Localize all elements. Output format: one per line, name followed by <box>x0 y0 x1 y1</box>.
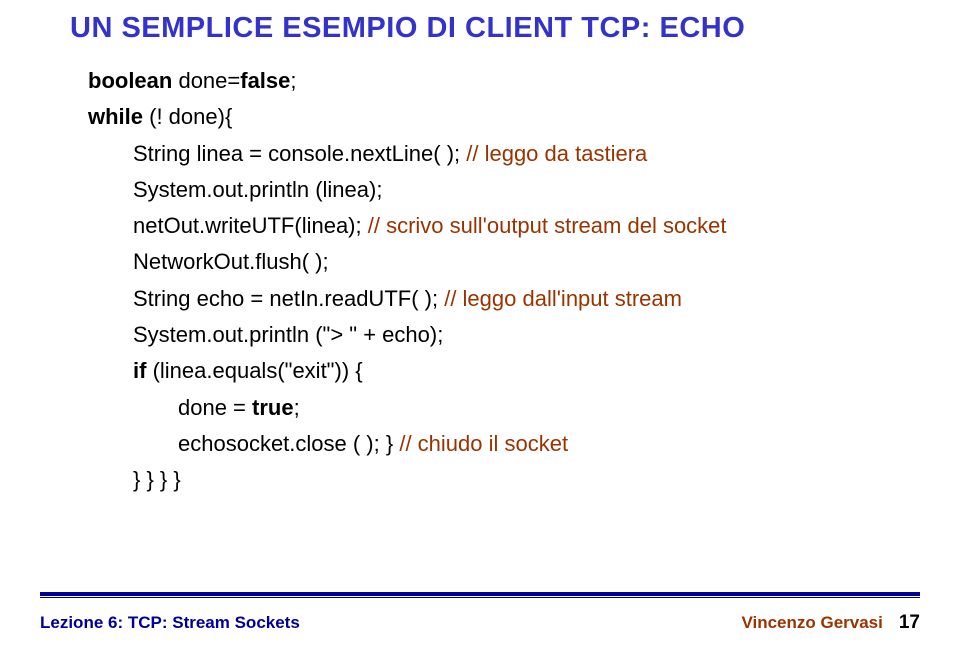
text: NetworkOut.flush( ); <box>133 249 329 274</box>
code-line-6: NetworkOut.flush( ); <box>133 244 920 280</box>
keyword-if: if <box>133 358 146 383</box>
comment: // leggo da tastiera <box>466 141 647 166</box>
divider <box>40 592 920 598</box>
keyword-boolean: boolean <box>88 68 172 93</box>
code-line-10: done = true; <box>178 390 920 426</box>
comment: // scrivo sull'output stream del socket <box>368 213 727 238</box>
text: ; <box>290 68 296 93</box>
code-line-12: } } } } <box>133 462 920 498</box>
code-line-3: String linea = console.nextLine( ); // l… <box>133 136 920 172</box>
slide: UN SEMPLICE ESEMPIO DI CLIENT TCP: ECHO … <box>0 0 960 646</box>
text: done = <box>178 395 252 420</box>
footer-right: Vincenzo Gervasi 17 <box>741 612 920 634</box>
footer: Lezione 6: TCP: Stream Sockets Vincenzo … <box>40 612 920 634</box>
footer-title: Lezione 6: TCP: Stream Sockets <box>40 613 300 633</box>
code-line-1: boolean done=false; <box>88 63 920 99</box>
comment: // leggo dall'input stream <box>444 286 682 311</box>
footer-author: Vincenzo Gervasi <box>741 613 882 633</box>
footer-page: 17 <box>899 612 920 634</box>
text: (linea.equals("exit")) { <box>146 358 362 383</box>
keyword-false: false <box>240 68 290 93</box>
code-line-4: System.out.println (linea); <box>133 172 920 208</box>
code-line-5: netOut.writeUTF(linea); // scrivo sull'o… <box>133 208 920 244</box>
text: echosocket.close ( ); } <box>178 431 399 456</box>
text: } } } } <box>133 467 181 492</box>
text: ; <box>294 395 300 420</box>
keyword-while: while <box>88 104 143 129</box>
code-line-8: System.out.println ("> " + echo); <box>133 317 920 353</box>
text: String echo = netIn.readUTF( ); <box>133 286 444 311</box>
comment: // chiudo il socket <box>399 431 568 456</box>
code-line-2: while (! done){ <box>88 99 920 135</box>
code-line-11: echosocket.close ( ); } // chiudo il soc… <box>178 426 920 462</box>
divider-thick <box>40 592 920 596</box>
code-block: boolean done=false; while (! done){ Stri… <box>88 63 920 499</box>
text: System.out.println (linea); <box>133 177 382 202</box>
text: String linea = console.nextLine( ); <box>133 141 466 166</box>
code-line-9: if (linea.equals("exit")) { <box>133 353 920 389</box>
text: done= <box>172 68 240 93</box>
divider-thin <box>40 597 920 598</box>
text: (! done){ <box>143 104 232 129</box>
code-line-7: String echo = netIn.readUTF( ); // leggo… <box>133 281 920 317</box>
slide-title: UN SEMPLICE ESEMPIO DI CLIENT TCP: ECHO <box>70 12 920 45</box>
text: netOut.writeUTF(linea); <box>133 213 368 238</box>
text: System.out.println ("> " + echo); <box>133 322 443 347</box>
keyword-true: true <box>252 395 294 420</box>
